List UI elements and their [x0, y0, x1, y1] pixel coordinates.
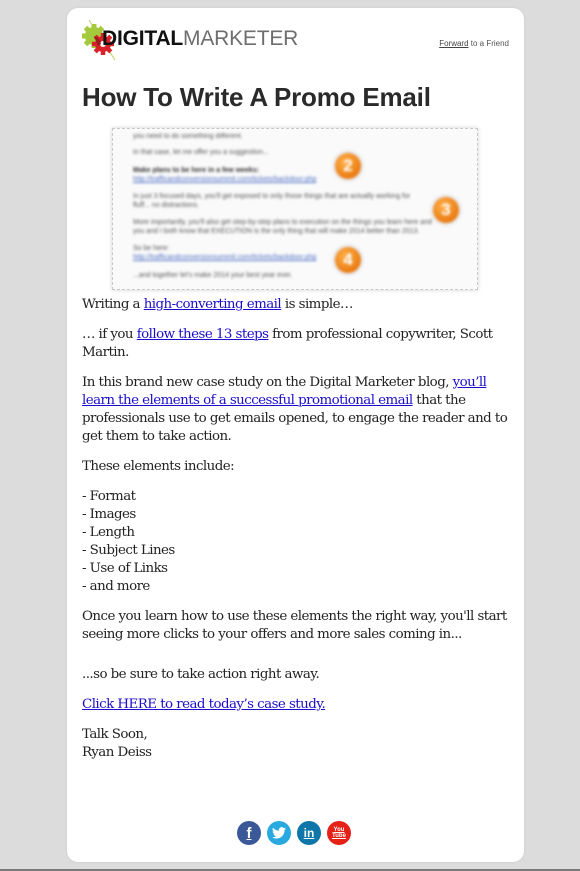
paragraph-benefits: Once you learn how to use these elements…: [82, 609, 507, 642]
signature: Ryan Deiss: [82, 745, 152, 760]
forward-to-friend: Forward to a Friend: [439, 39, 509, 48]
logo-text: DIGITALMARKETER: [102, 27, 299, 50]
list-item: - Use of Links: [82, 561, 168, 576]
email-card: DIGITALMARKETER Forward to a Friend How …: [67, 8, 524, 862]
callout-badge: 4: [335, 247, 361, 273]
callout-badge: 2: [335, 153, 361, 179]
email-body: Writing a high-converting email is simpl…: [82, 296, 512, 762]
paragraph-elements-intro: These elements include:: [82, 459, 235, 474]
list-item: - Length: [82, 525, 135, 540]
list-item: - Format: [82, 489, 136, 504]
facebook-icon[interactable]: f: [237, 821, 261, 845]
high-converting-email-link[interactable]: high-converting email: [144, 297, 282, 312]
hero-image-content: you need to do something different. In t…: [113, 129, 477, 289]
social-links: f in You Tube: [237, 821, 351, 845]
paragraph-steps: … if you follow these 13 steps from prof…: [82, 327, 493, 360]
callout-badge: 3: [433, 197, 459, 223]
paragraph-action: ...so be sure to take action right away.: [82, 667, 320, 682]
email-header: DIGITALMARKETER Forward to a Friend: [81, 18, 511, 61]
signoff: Talk Soon,: [82, 727, 148, 742]
hero-image[interactable]: you need to do something different. In t…: [112, 128, 478, 290]
list-item: - Images: [82, 507, 136, 522]
digital-marketer-logo[interactable]: DIGITALMARKETER: [81, 18, 298, 61]
twitter-icon[interactable]: [267, 821, 291, 845]
linkedin-icon[interactable]: in: [297, 821, 321, 845]
case-study-cta-link[interactable]: Click HERE to read today’s case study.: [82, 697, 326, 712]
email-title: How To Write A Promo Email: [82, 82, 431, 112]
paragraph-case-study: In this brand new case study on the Digi…: [82, 375, 508, 444]
list-item: - and more: [82, 579, 150, 594]
follow-steps-link[interactable]: follow these 13 steps: [137, 327, 269, 342]
forward-link[interactable]: Forward: [439, 39, 468, 48]
youtube-icon[interactable]: You Tube: [327, 821, 351, 845]
elements-list: - Format - Images - Length - Subject Lin…: [82, 488, 512, 596]
paragraph-intro: Writing a high-converting email is simpl…: [82, 297, 353, 312]
twitter-bird-icon: [272, 827, 286, 839]
list-item: - Subject Lines: [82, 543, 175, 558]
